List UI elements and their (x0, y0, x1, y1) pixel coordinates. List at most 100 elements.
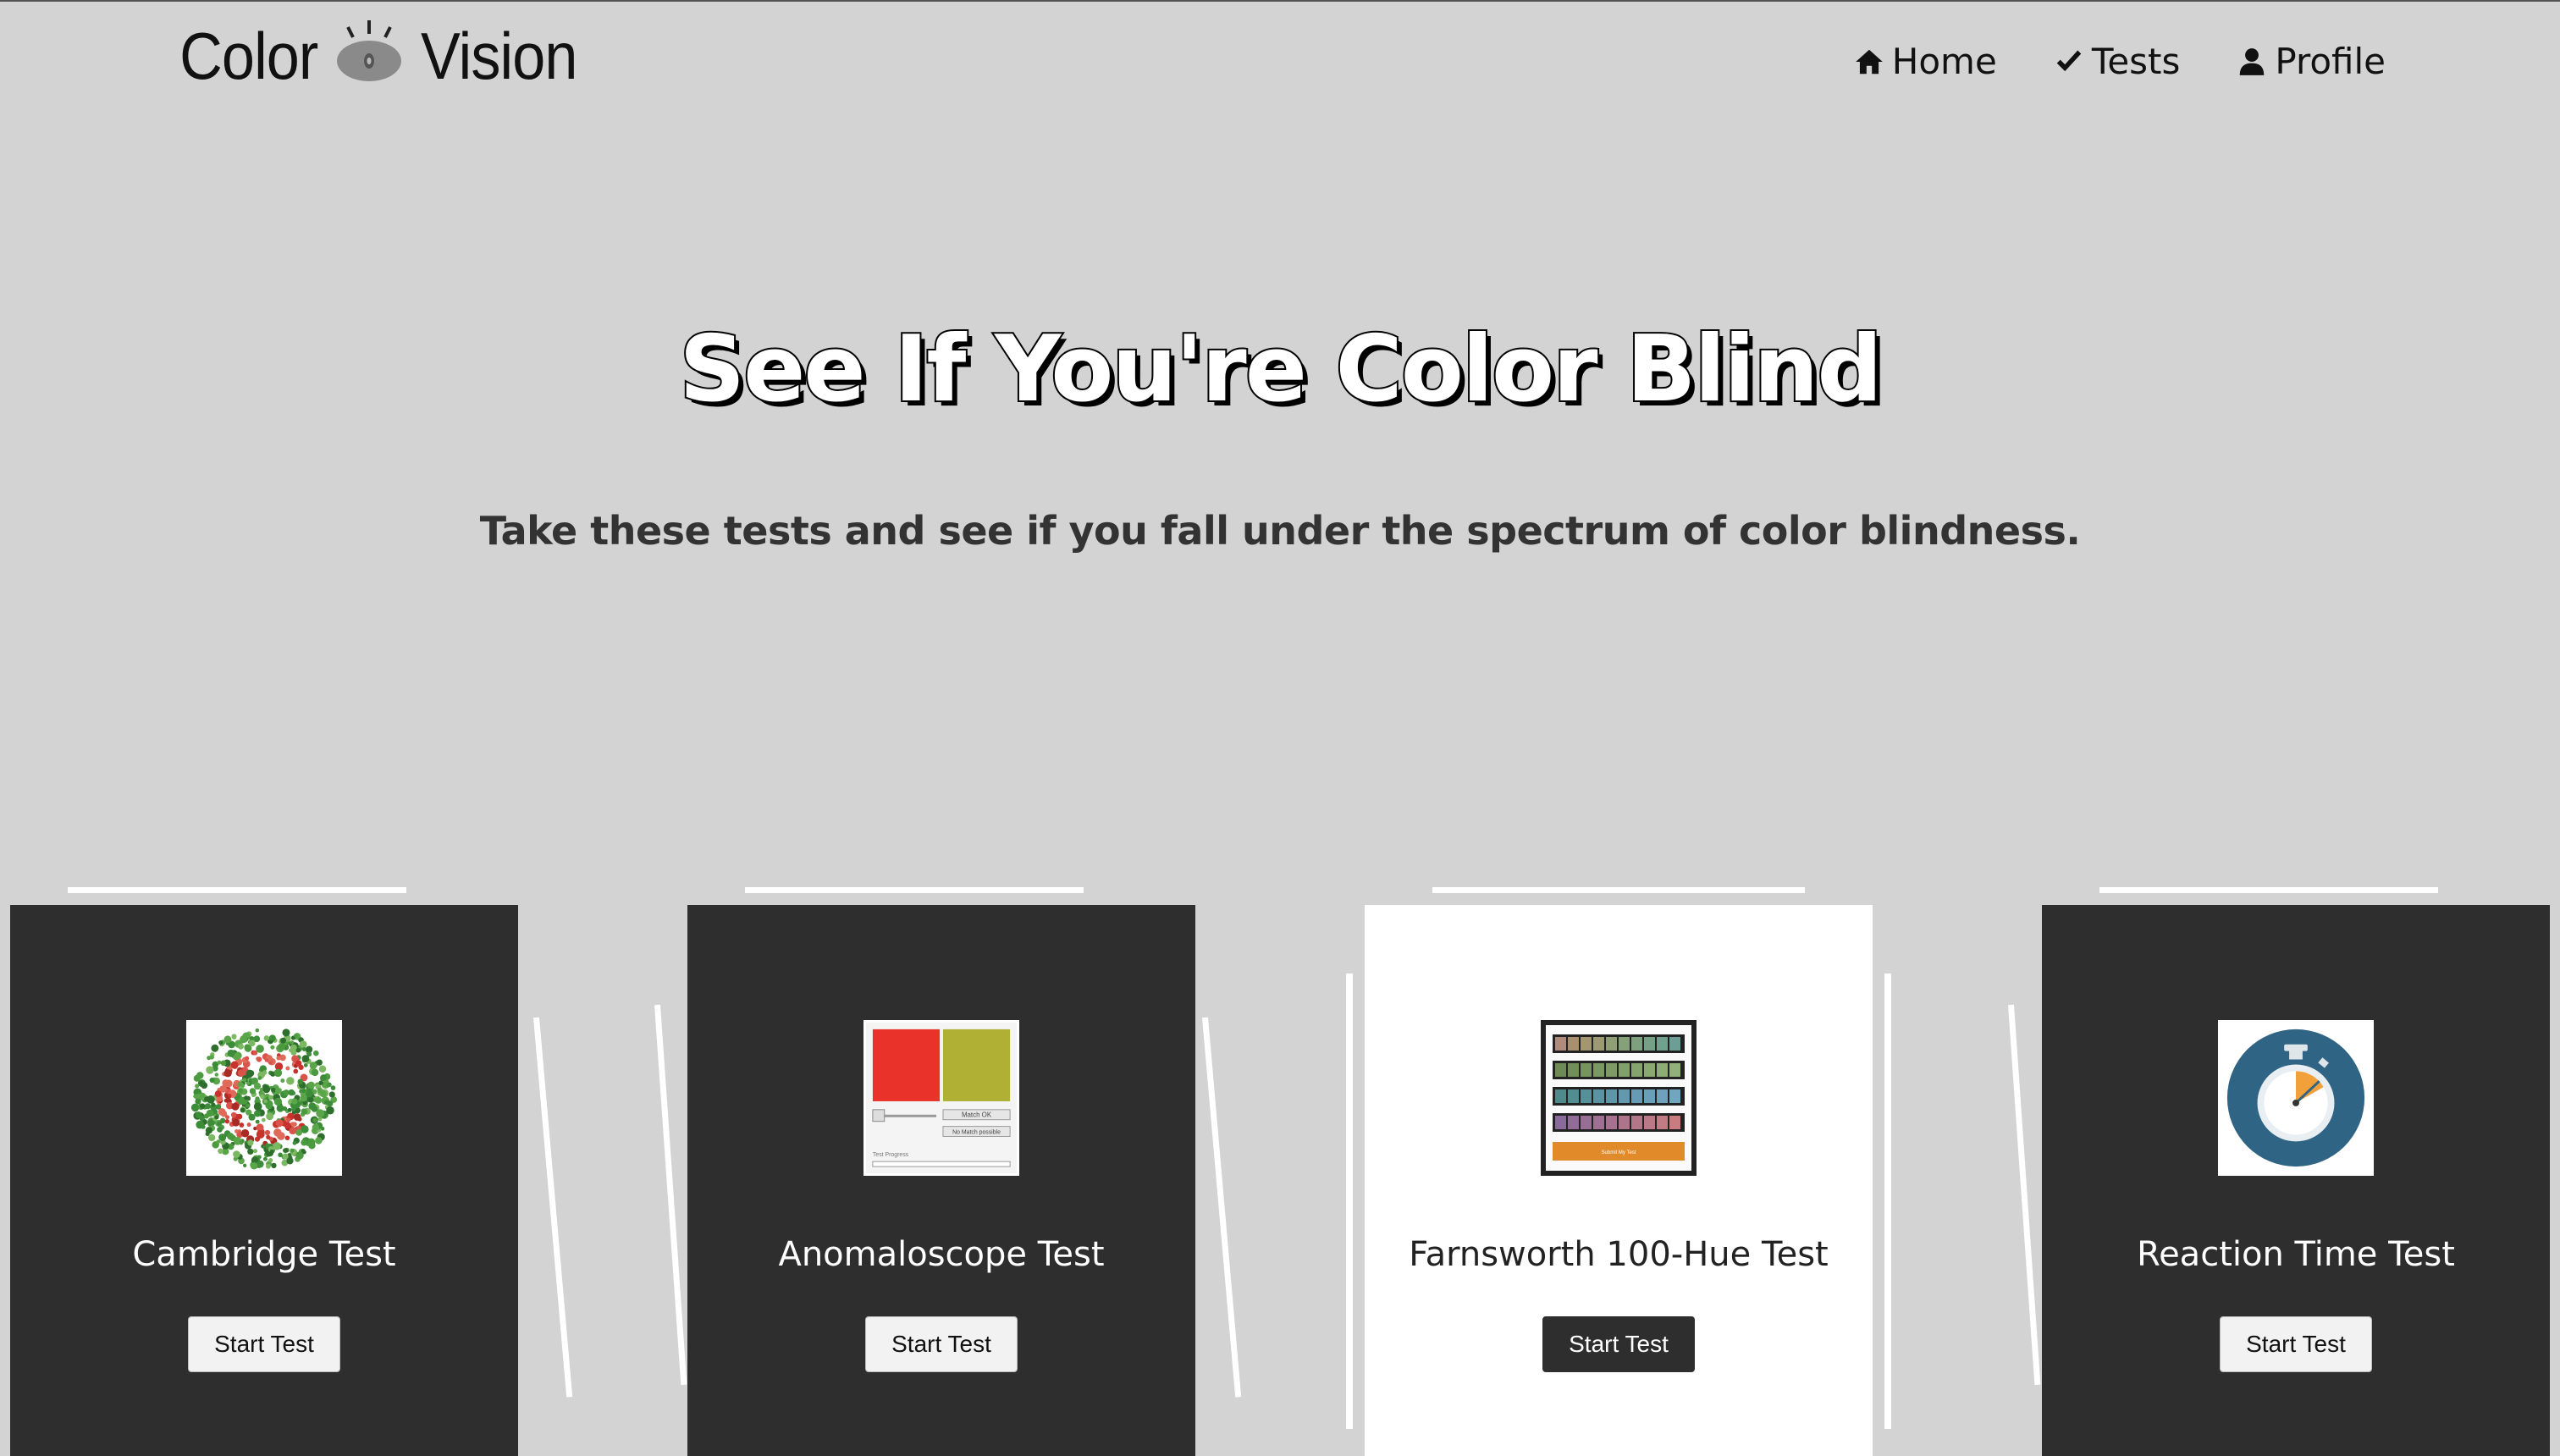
decorative-line (68, 887, 406, 893)
plate-dot (269, 1149, 274, 1155)
hue-chip (1606, 1089, 1617, 1103)
nav-tests[interactable]: Tests (2053, 41, 2180, 82)
hue-chip (1593, 1063, 1604, 1077)
hue-chip (1631, 1116, 1642, 1129)
plate-dot (256, 1160, 264, 1168)
plate-dot (319, 1090, 327, 1098)
hue-chip (1644, 1063, 1655, 1077)
start-test-button[interactable]: Start Test (188, 1316, 340, 1372)
start-test-button[interactable]: Start Test (2220, 1316, 2372, 1372)
plate-dot (309, 1062, 317, 1069)
plate-dot (276, 1104, 284, 1112)
plate-dot (203, 1096, 209, 1102)
start-test-button[interactable]: Start Test (1542, 1316, 1695, 1372)
plate-dot (217, 1127, 223, 1133)
decorative-line (1346, 973, 1353, 1429)
plate-dot (196, 1120, 205, 1129)
plate-dot (252, 1050, 258, 1056)
hue-chip (1581, 1089, 1592, 1103)
plate-dot (230, 1111, 237, 1118)
plate-dot (214, 1090, 222, 1098)
submit-test-label: Submit My Test (1602, 1150, 1636, 1155)
plate-dot (260, 1094, 265, 1100)
hue-chip (1644, 1037, 1655, 1051)
plate-dot (246, 1069, 254, 1078)
hue-chip (1619, 1063, 1630, 1077)
plate-dot (214, 1073, 219, 1077)
plate-dot (246, 1103, 250, 1108)
stopwatch-thumbnail (2218, 1020, 2374, 1176)
plate-dot (301, 1150, 306, 1155)
plate-dot (240, 1035, 248, 1044)
plate-dot (312, 1117, 317, 1123)
plate-dot (211, 1102, 216, 1107)
plate-dot (195, 1084, 200, 1089)
decorative-line (1884, 973, 1891, 1429)
plate-dot (262, 1084, 268, 1090)
hue-chip (1555, 1089, 1566, 1103)
plate-dot (315, 1097, 323, 1104)
plate-dot (223, 1069, 232, 1078)
plate-dot (249, 1088, 257, 1095)
test-card-reaction-time: Reaction Time Test Start Test (2042, 905, 2550, 1456)
plate-dot (218, 1133, 227, 1142)
plate-dot (282, 1029, 290, 1037)
plate-dot (231, 1034, 237, 1040)
plate-dot (279, 1054, 286, 1062)
logo[interactable]: Color Vision (164, 14, 594, 98)
plate-dot (250, 1161, 258, 1170)
plate-dot (264, 1058, 269, 1062)
plate-dot (310, 1142, 316, 1148)
plate-dot (218, 1107, 226, 1116)
nav-profile[interactable]: Profile (2236, 41, 2386, 82)
hue-chip (1568, 1089, 1579, 1103)
decorative-line (2099, 887, 2438, 893)
plate-dot (280, 1078, 285, 1084)
plate-dot (262, 1070, 268, 1075)
plate-dot (196, 1072, 204, 1079)
plate-dot (290, 1049, 297, 1056)
test-card-anomaloscope: Match OK No Match possible Test Progress… (687, 905, 1195, 1456)
plate-dot (288, 1089, 295, 1096)
plate-dot (238, 1043, 244, 1050)
hue-chip (1644, 1089, 1655, 1103)
plate-dot (204, 1103, 212, 1110)
logo-text-vision: Vision (421, 18, 577, 93)
plate-dot (293, 1068, 299, 1074)
plate-dot (223, 1035, 232, 1044)
plate-dot (234, 1129, 239, 1133)
plate-dot (275, 1119, 284, 1128)
plate-dot (208, 1133, 216, 1142)
plate-dot (256, 1056, 262, 1062)
plate-dot (245, 1056, 250, 1061)
plate-dot (209, 1055, 214, 1060)
eye-icon (337, 20, 402, 81)
plate-dot (326, 1106, 334, 1115)
plate-dot (313, 1050, 319, 1056)
plate-dot (307, 1096, 314, 1103)
plate-dot (225, 1115, 230, 1120)
plate-dot (255, 1096, 260, 1101)
plate-dot (240, 1128, 250, 1138)
plate-dot (277, 1132, 285, 1140)
plate-dot (282, 1153, 289, 1160)
hue-chip (1644, 1116, 1655, 1129)
hue-chip (1657, 1063, 1668, 1077)
plate-dot (307, 1081, 315, 1089)
plate-dot (286, 1117, 291, 1122)
hue-chip (1619, 1116, 1630, 1129)
ishihara-plate-thumbnail (186, 1020, 342, 1176)
plate-dot (239, 1088, 244, 1094)
hue-chip (1619, 1037, 1630, 1051)
hue-chip (1555, 1037, 1566, 1051)
plate-dot (294, 1034, 298, 1038)
plate-dot (295, 1129, 302, 1136)
plate-dot (273, 1097, 283, 1106)
test-card-farnsworth: Submit My Test Farnsworth 100-Hue Test S… (1365, 905, 1873, 1456)
decorative-line (533, 1017, 573, 1398)
plate-dot (290, 1148, 295, 1153)
start-test-button[interactable]: Start Test (865, 1316, 1018, 1372)
nav-home[interactable]: Home (1853, 41, 1997, 82)
plate-dot (287, 1107, 292, 1112)
plate-dot (205, 1131, 210, 1136)
